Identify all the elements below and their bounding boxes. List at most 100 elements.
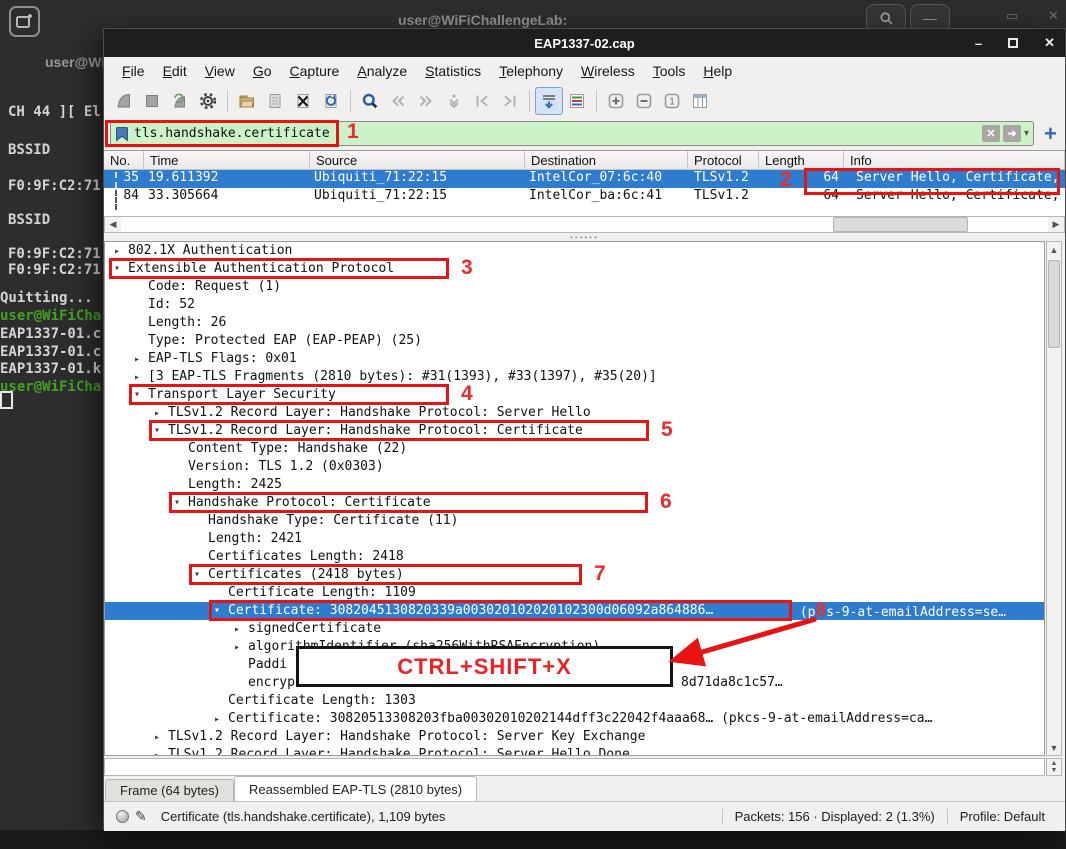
first-packet-icon[interactable] xyxy=(468,87,496,115)
column-info[interactable]: Info xyxy=(844,151,1065,169)
menu-view[interactable]: View xyxy=(197,59,243,83)
packet-row[interactable]: 35 19.611392 Ubiquiti_71:22:15 IntelCor_… xyxy=(104,170,1065,188)
expander-closed-icon[interactable]: ▸ xyxy=(134,351,148,369)
terminal-maximize-icon[interactable]: ▭ xyxy=(1006,8,1018,24)
detail-tree-row[interactable]: ▾ Handshake Protocol: Certificate 6 xyxy=(105,491,1044,513)
menu-analyze[interactable]: Analyze xyxy=(349,59,415,83)
menu-edit[interactable]: Edit xyxy=(155,59,195,83)
expert-info-icon[interactable] xyxy=(116,810,129,823)
expander-open-icon[interactable]: ▾ xyxy=(174,494,188,512)
vscroll-thumb[interactable] xyxy=(1048,260,1060,348)
column-source[interactable]: Source xyxy=(310,151,525,169)
menu-capture[interactable]: Capture xyxy=(282,59,348,83)
scroll-left-icon[interactable]: ◀ xyxy=(105,217,121,232)
detail-tree-row[interactable]: Code: Request (1) xyxy=(105,278,1044,296)
screenshot-tool-icon[interactable] xyxy=(9,6,40,37)
detail-tree-row[interactable]: ▸ Certificate: 30820513308203fba003020102… xyxy=(105,710,1044,728)
colorize-packets-icon[interactable] xyxy=(563,87,591,115)
previous-packet-icon[interactable] xyxy=(384,87,412,115)
filter-clear-icon[interactable]: ✕ xyxy=(981,125,1000,142)
filter-bookmark-icon[interactable] xyxy=(115,126,130,142)
detail-tree-row[interactable]: ▸ signedCertificate xyxy=(105,620,1044,638)
detail-tree-row[interactable]: Content Type: Handshake (22) xyxy=(105,440,1044,458)
detail-tree-row[interactable]: ▸ TLSv1.2 Record Layer: Handshake Protoco… xyxy=(105,728,1044,746)
hscroll-thumb[interactable] xyxy=(833,217,968,232)
expander-open-icon[interactable]: ▾ xyxy=(214,602,228,620)
detail-vscrollbar[interactable]: ▲ ▼ xyxy=(1046,241,1062,756)
menu-tools[interactable]: Tools xyxy=(645,59,694,83)
zoom-original-icon[interactable]: 1 xyxy=(658,87,686,115)
menu-telephony[interactable]: Telephony xyxy=(491,59,571,83)
close-icon[interactable]: ✕ xyxy=(1044,35,1055,51)
terminal-close-icon[interactable]: ✕ xyxy=(1048,8,1059,24)
packet-bytes-pane[interactable] xyxy=(104,758,1045,776)
window-titlebar[interactable]: EAP1337-02.cap – ✕ xyxy=(104,29,1065,57)
column-protocol[interactable]: Protocol xyxy=(688,151,759,169)
detail-tree-row[interactable]: Type: Protected EAP (EAP-PEAP) (25) xyxy=(105,332,1044,350)
stop-capture-icon[interactable] xyxy=(138,87,166,115)
detail-tree-row[interactable]: Length: 2421 xyxy=(105,530,1044,548)
detail-tree-row[interactable]: Version: TLS 1.2 (0x0303) xyxy=(105,458,1044,476)
filter-dropdown-icon[interactable]: ▾ xyxy=(1024,128,1029,139)
detail-tree-row[interactable]: ▾ Transport Layer Security 4 xyxy=(105,383,1044,405)
tab-frame[interactable]: Frame (64 bytes) xyxy=(105,779,234,801)
column-no[interactable]: No. xyxy=(104,151,144,169)
scroll-up-icon[interactable]: ▲ xyxy=(1047,242,1061,257)
detail-tree-row[interactable]: Certificate Length: 1303 xyxy=(105,692,1044,710)
expander-closed-icon[interactable]: ▸ xyxy=(234,621,248,639)
expander-open-icon[interactable]: ▾ xyxy=(114,260,128,278)
packet-list-pane[interactable]: No. Time Source Destination Protocol Len… xyxy=(104,150,1065,216)
detail-tree-row[interactable]: Length: 26 xyxy=(105,314,1044,332)
detail-tree-row[interactable]: ▸ EAP-TLS Flags: 0x01 xyxy=(105,350,1044,368)
column-length[interactable]: Length xyxy=(759,151,844,169)
filter-add-icon[interactable]: + xyxy=(1044,122,1057,144)
reload-file-icon[interactable] xyxy=(317,87,345,115)
scroll-down-icon[interactable]: ▼ xyxy=(1047,740,1061,755)
next-packet-icon[interactable] xyxy=(412,87,440,115)
menu-statistics[interactable]: Statistics xyxy=(417,59,489,83)
find-packet-icon[interactable] xyxy=(356,87,384,115)
menu-file[interactable]: File xyxy=(114,59,153,83)
status-profile[interactable]: Profile: Default xyxy=(946,809,1057,824)
go-to-packet-icon[interactable] xyxy=(440,87,468,115)
detail-tree-row[interactable]: ▾ Certificates (2418 bytes) 7 xyxy=(105,563,1044,585)
column-time[interactable]: Time xyxy=(144,151,310,169)
packet-list-hscrollbar[interactable]: ◀ ▶ xyxy=(104,216,1065,233)
zoom-out-icon[interactable] xyxy=(630,87,658,115)
detail-tree-row[interactable]: ▸ TLSv1.2 Record Layer: Handshake Protoco… xyxy=(105,746,1044,755)
pane-splitter[interactable]: •••••• xyxy=(104,233,1065,242)
save-file-icon[interactable] xyxy=(261,87,289,115)
minimize-icon[interactable]: – xyxy=(975,36,982,51)
expander-closed-icon[interactable]: ▸ xyxy=(214,711,228,729)
detail-tree-row[interactable]: Handshake Type: Certificate (11) xyxy=(105,512,1044,530)
expander-closed-icon[interactable]: ▸ xyxy=(234,639,248,657)
detail-tree-row[interactable]: ▾ TLSv1.2 Record Layer: Handshake Protoco… xyxy=(105,419,1044,441)
display-filter-input[interactable]: tls.handshake.certificate ✕ ➜ ▾ xyxy=(110,121,1034,146)
resize-columns-icon[interactable] xyxy=(686,87,714,115)
start-capture-icon[interactable] xyxy=(110,87,138,115)
expander-closed-icon[interactable]: ▸ xyxy=(154,747,168,755)
scroll-right-icon[interactable]: ▶ xyxy=(1048,217,1064,232)
bytes-pane-spinner[interactable]: ▲ ▼ xyxy=(1046,758,1062,776)
menu-go[interactable]: Go xyxy=(245,59,280,83)
zoom-in-icon[interactable] xyxy=(602,87,630,115)
expander-open-icon[interactable]: ▾ xyxy=(134,386,148,404)
tab-reassembled-eap-tls[interactable]: Reassembled EAP-TLS (2810 bytes) xyxy=(233,776,478,801)
packet-row[interactable]: 84 33.305664 Ubiquiti_71:22:15 IntelCor_… xyxy=(104,188,1065,206)
detail-tree-row[interactable]: ▾ Extensible Authentication Protocol 3 xyxy=(105,257,1044,279)
menu-help[interactable]: Help xyxy=(695,59,740,83)
capture-options-icon[interactable] xyxy=(194,87,222,115)
capture-comment-icon[interactable]: ✎ xyxy=(135,808,147,825)
last-packet-icon[interactable] xyxy=(496,87,524,115)
open-file-icon[interactable] xyxy=(233,87,261,115)
expander-open-icon[interactable]: ▾ xyxy=(194,566,208,584)
packet-list-header[interactable]: No. Time Source Destination Protocol Len… xyxy=(104,151,1065,170)
expander-closed-icon[interactable]: ▸ xyxy=(154,729,168,747)
close-file-icon[interactable] xyxy=(289,87,317,115)
column-destination[interactable]: Destination xyxy=(525,151,688,169)
auto-scroll-icon[interactable] xyxy=(535,87,563,115)
selected-certificate[interactable]: ▾ Certificate: 3082045130820339a003020102… xyxy=(105,600,1044,621)
menu-wireless[interactable]: Wireless xyxy=(573,59,643,83)
filter-apply-icon[interactable]: ➜ xyxy=(1002,125,1021,142)
detail-tree-row[interactable]: Id: 52 xyxy=(105,296,1044,314)
